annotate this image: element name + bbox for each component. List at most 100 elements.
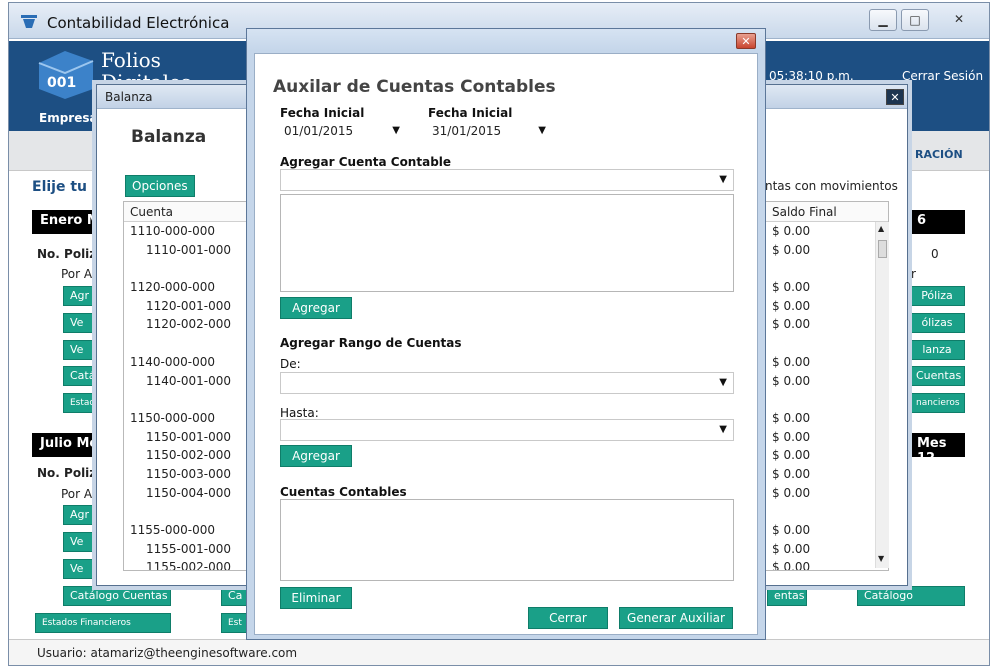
table-row[interactable] bbox=[124, 334, 246, 353]
table-row[interactable]: $ 0.00 bbox=[766, 540, 888, 559]
table-row[interactable]: $ 0.00 bbox=[766, 372, 888, 391]
scroll-down-icon[interactable]: ▼ bbox=[878, 554, 884, 563]
fecha-inicial-select[interactable]: 01/01/2015 ▼ bbox=[280, 121, 406, 143]
table-row[interactable]: 1150-001-000 bbox=[124, 428, 246, 447]
table-row[interactable]: 1150-000-000 bbox=[124, 409, 246, 428]
table-row[interactable]: 1110-001-000 bbox=[124, 241, 246, 260]
table-row[interactable]: 1150-003-000 bbox=[124, 465, 246, 484]
table-row[interactable] bbox=[124, 259, 246, 278]
eliminar-button[interactable]: Eliminar bbox=[280, 587, 352, 609]
cuenta-rows: 1110-000-000 1110-001-000 1120-000-000 1120… bbox=[124, 222, 246, 570]
table-row[interactable]: $ 0.00 bbox=[766, 315, 888, 334]
por-autorizar-label: Por Au bbox=[61, 267, 100, 281]
logo-line-1: Folios bbox=[101, 48, 161, 72]
maximize-icon: □ bbox=[909, 13, 921, 27]
minimize-button[interactable]: ▁ bbox=[869, 9, 897, 31]
month-header-right: 6 bbox=[909, 210, 965, 234]
table-row[interactable]: 1155-001-000 bbox=[124, 540, 246, 559]
tab-configuracion[interactable]: RACIÓN bbox=[915, 148, 963, 161]
opciones-button[interactable]: Opciones bbox=[125, 175, 195, 197]
chevron-down-icon: ▼ bbox=[719, 424, 727, 435]
cuentas-button-mid[interactable]: entas bbox=[767, 586, 807, 606]
table-row[interactable]: 1140-000-000 bbox=[124, 353, 246, 372]
cuentas-seleccionadas-list[interactable] bbox=[280, 194, 734, 292]
close-button[interactable]: ✕ bbox=[945, 9, 973, 31]
table-row[interactable]: 1120-001-000 bbox=[124, 297, 246, 316]
de-select[interactable]: ▼ bbox=[280, 372, 734, 394]
agregar-poliza-button-right[interactable]: Póliza bbox=[909, 286, 965, 306]
cuenta-contable-select[interactable]: ▼ bbox=[280, 169, 734, 191]
scroll-up-icon[interactable]: ▲ bbox=[878, 224, 884, 233]
fecha-inicial-label: Fecha Inicial bbox=[280, 106, 365, 120]
table-row[interactable]: 1155-000-000 bbox=[124, 521, 246, 540]
por-autorizar-right: r bbox=[911, 267, 916, 281]
ver-polizas-button-right[interactable]: ólizas bbox=[909, 313, 965, 333]
table-row[interactable] bbox=[766, 390, 888, 409]
fecha-final-label: Fecha Inicial bbox=[428, 106, 513, 120]
auxiliar-dialog: ✕ Auxilar de Cuentas Contables Fecha Ini… bbox=[246, 28, 766, 640]
maximize-button[interactable]: □ bbox=[901, 9, 929, 31]
estados-financieros-button-right[interactable]: nancieros bbox=[909, 393, 965, 413]
polizas-count: 0 bbox=[931, 247, 939, 261]
chevron-down-icon: ▼ bbox=[719, 377, 727, 388]
auxiliar-title-bar: ✕ bbox=[247, 29, 765, 51]
table-row[interactable]: $ 0.00 bbox=[766, 297, 888, 316]
table-row[interactable]: $ 0.00 bbox=[766, 465, 888, 484]
agregar-cuenta-label: Agregar Cuenta Contable bbox=[280, 155, 452, 169]
table-row[interactable] bbox=[766, 502, 888, 521]
estados-financieros-button-2[interactable]: Estados Financieros bbox=[35, 613, 171, 633]
table-row[interactable]: $ 0.00 bbox=[766, 241, 888, 260]
table-row[interactable]: $ 0.00 bbox=[766, 222, 888, 241]
catalogo-cuentas-button-right[interactable]: Cuentas bbox=[909, 366, 965, 386]
balanza-close-button[interactable]: ✕ bbox=[886, 89, 904, 105]
table-row[interactable]: 1120-002-000 bbox=[124, 315, 246, 334]
agregar-rango-button[interactable]: Agregar bbox=[280, 445, 352, 467]
cuenta-header: Cuenta bbox=[124, 202, 246, 222]
minimize-icon: ▁ bbox=[878, 13, 888, 27]
cerrar-button[interactable]: Cerrar bbox=[528, 607, 608, 629]
saldo-column: Saldo Final $ 0.00 $ 0.00 $ 0.00 $ 0.00 $ 0.… bbox=[765, 201, 889, 571]
auxiliar-close-button[interactable]: ✕ bbox=[736, 33, 756, 49]
table-row[interactable]: 1155-002-000 bbox=[124, 558, 246, 570]
table-row[interactable]: $ 0.00 bbox=[766, 446, 888, 465]
table-row[interactable]: $ 0.00 bbox=[766, 428, 888, 447]
svg-text:001: 001 bbox=[47, 75, 76, 91]
table-row[interactable]: $ 0.00 bbox=[766, 278, 888, 297]
table-row[interactable]: 1110-000-000 bbox=[124, 222, 246, 241]
balanza-window-title: Balanza bbox=[105, 90, 153, 104]
user-label: Usuario: atamariz@theenginesoftware.com bbox=[37, 646, 298, 660]
polizas-label-2: No. Poliza bbox=[37, 466, 105, 480]
table-row[interactable] bbox=[124, 390, 246, 409]
agregar-cuenta-button[interactable]: Agregar bbox=[280, 297, 352, 319]
balanza-scrollbar[interactable]: ▲ ▼ bbox=[875, 222, 889, 568]
generar-auxiliar-button[interactable]: Generar Auxiliar bbox=[619, 607, 733, 629]
catalogo-cuentas-button-2[interactable]: Catálogo Cuentas bbox=[63, 586, 171, 606]
fecha-final-select[interactable]: 31/01/2015 ▼ bbox=[428, 121, 552, 143]
saldo-rows: $ 0.00 $ 0.00 $ 0.00 $ 0.00 $ 0.00 $ 0.00 $ 0.… bbox=[766, 222, 888, 570]
hasta-select[interactable]: ▼ bbox=[280, 419, 734, 441]
table-row[interactable]: 1150-004-000 bbox=[124, 484, 246, 503]
table-row[interactable] bbox=[766, 334, 888, 353]
polizas-label: No. Poliza bbox=[37, 247, 105, 261]
cuentas-contables-label: Cuentas Contables bbox=[280, 485, 407, 499]
table-row[interactable]: $ 0.00 bbox=[766, 409, 888, 428]
table-row[interactable]: $ 0.00 bbox=[766, 353, 888, 372]
ver-balanza-button-right[interactable]: lanza bbox=[909, 340, 965, 360]
chevron-down-icon: ▼ bbox=[392, 125, 400, 136]
auxiliar-title: Auxilar de Cuentas Contables bbox=[273, 77, 556, 97]
cuentas-contables-list[interactable] bbox=[280, 499, 734, 581]
table-row[interactable]: 1150-002-000 bbox=[124, 446, 246, 465]
catalogo-cuentas-button-right-2[interactable]: Catálogo Cuentas bbox=[857, 586, 965, 620]
table-row[interactable]: $ 0.00 bbox=[766, 558, 888, 570]
table-row[interactable]: 1120-000-000 bbox=[124, 278, 246, 297]
saldo-header: Saldo Final bbox=[766, 202, 888, 222]
scroll-thumb[interactable] bbox=[878, 240, 887, 258]
table-row[interactable] bbox=[766, 259, 888, 278]
table-row[interactable]: 1140-001-000 bbox=[124, 372, 246, 391]
table-row[interactable]: $ 0.00 bbox=[766, 521, 888, 540]
logout-link[interactable]: Cerrar Sesión bbox=[902, 69, 983, 83]
table-row[interactable]: $ 0.00 bbox=[766, 484, 888, 503]
de-label: De: bbox=[280, 357, 301, 371]
app-icon bbox=[21, 15, 37, 28]
table-row[interactable] bbox=[124, 502, 246, 521]
